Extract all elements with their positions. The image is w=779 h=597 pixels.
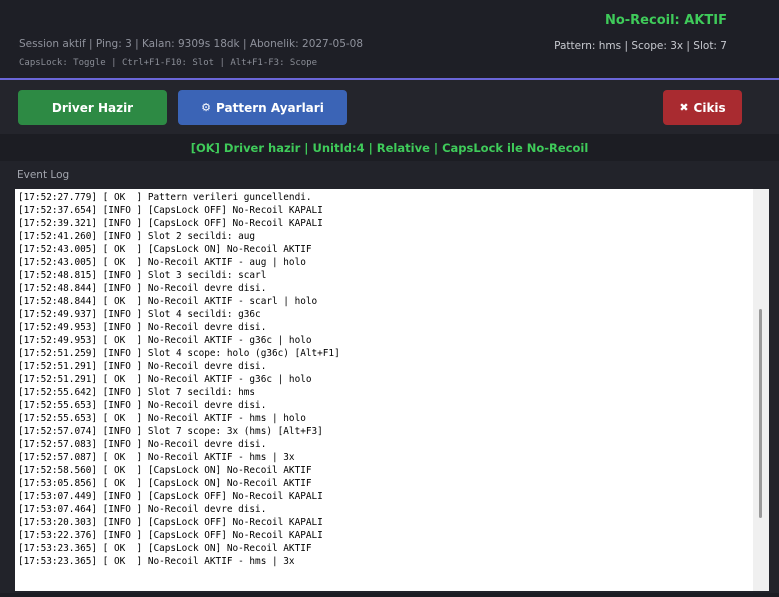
window-bottom-edge (0, 593, 779, 597)
gear-icon: ⚙ (201, 101, 212, 114)
log-entry: [17:52:49.953] [ OK ] No-Recoil AKTIF - … (18, 335, 312, 346)
driver-ready-label: Driver Hazir (51, 100, 134, 115)
log-entry: [17:53:23.365] [ OK ] No-Recoil AKTIF - … (18, 556, 295, 567)
event-log-title: Event Log (17, 169, 70, 181)
log-entry: [17:52:57.074] [INFO ] Slot 7 scope: 3x … (18, 426, 323, 437)
pattern-settings-button[interactable]: ⚙ Pattern Ayarlari (178, 90, 347, 125)
log-scrollbar[interactable] (753, 189, 769, 591)
app-window: No-Recoil: AKTIF Session aktif | Ping: 3… (0, 0, 779, 597)
log-entry: [17:52:51.291] [INFO ] No-Recoil devre d… (18, 361, 267, 372)
log-entry: [17:52:37.654] [INFO ] [CapsLock OFF] No… (18, 205, 323, 216)
log-entry: [17:52:55.653] [INFO ] No-Recoil devre d… (18, 400, 267, 411)
log-entry: [17:52:51.259] [INFO ] Slot 4 scope: hol… (18, 348, 340, 359)
log-entry: [17:52:51.291] [ OK ] No-Recoil AKTIF - … (18, 374, 312, 385)
log-entry: [17:52:43.005] [ OK ] No-Recoil AKTIF - … (18, 257, 306, 268)
log-entry: [17:52:57.083] [INFO ] No-Recoil devre d… (18, 439, 267, 450)
exit-label: Cikis (693, 100, 726, 115)
hotkey-hints: CapsLock: Toggle | Ctrl+F1-F10: Slot | A… (19, 58, 318, 68)
event-log-box[interactable]: [17:52:27.779] [ OK ] Pattern verileri g… (15, 189, 769, 591)
log-entry: [17:52:55.642] [INFO ] Slot 7 secildi: h… (18, 387, 256, 398)
header: No-Recoil: AKTIF Session aktif | Ping: 3… (0, 0, 779, 78)
event-log-lines: [17:52:27.779] [ OK ] Pattern verileri g… (18, 191, 748, 568)
log-entry: [17:53:05.856] [ OK ] [CapsLock ON] No-R… (18, 478, 312, 489)
pattern-info: Pattern: hms | Scope: 3x | Slot: 7 (554, 40, 727, 52)
log-entry: [17:52:57.087] [ OK ] No-Recoil AKTIF - … (18, 452, 295, 463)
log-entry: [17:52:48.844] [ OK ] No-Recoil AKTIF - … (18, 296, 318, 307)
driver-ready-button[interactable]: Driver Hazir (18, 90, 167, 125)
log-entry: [17:53:20.303] [INFO ] [CapsLock OFF] No… (18, 517, 323, 528)
log-entry: [17:52:58.560] [ OK ] [CapsLock ON] No-R… (18, 465, 312, 476)
log-entry: [17:52:43.005] [ OK ] [CapsLock ON] No-R… (18, 244, 312, 255)
pattern-settings-label: Pattern Ayarlari (216, 100, 324, 115)
log-entry: [17:52:55.653] [ OK ] No-Recoil AKTIF - … (18, 413, 306, 424)
log-entry: [17:52:48.844] [INFO ] No-Recoil devre d… (18, 283, 267, 294)
log-entry: [17:52:49.937] [INFO ] Slot 4 secildi: g… (18, 309, 261, 320)
log-entry: [17:52:27.779] [ OK ] Pattern verileri g… (18, 192, 312, 203)
log-entry: [17:52:49.953] [INFO ] No-Recoil devre d… (18, 322, 267, 333)
log-scrollbar-thumb[interactable] (759, 309, 762, 518)
log-entry: [17:53:07.464] [INFO ] No-Recoil devre d… (18, 504, 267, 515)
recoil-status-title: No-Recoil: AKTIF (604, 13, 727, 28)
log-entry: [17:53:22.376] [INFO ] [CapsLock OFF] No… (18, 530, 323, 541)
log-entry: [17:52:39.321] [INFO ] [CapsLock OFF] No… (18, 218, 323, 229)
log-entry: [17:53:23.365] [ OK ] [CapsLock ON] No-R… (18, 543, 312, 554)
event-log-section: Event Log [17:52:27.779] [ OK ] Pattern … (0, 161, 779, 597)
log-entry: [17:52:41.260] [INFO ] Slot 2 secildi: a… (18, 231, 256, 242)
status-bar: [OK] Driver hazir | UnitId:4 | Relative … (0, 134, 779, 161)
exit-button[interactable]: ✖ Cikis (663, 90, 742, 125)
session-info: Session aktif | Ping: 3 | Kalan: 9309s 1… (19, 38, 364, 50)
toolbar: Driver Hazir ⚙ Pattern Ayarlari ✖ Cikis (0, 80, 779, 134)
status-message: [OK] Driver hazir | UnitId:4 | Relative … (190, 140, 589, 155)
log-entry: [17:53:07.449] [INFO ] [CapsLock OFF] No… (18, 491, 323, 502)
log-entry: [17:52:48.815] [INFO ] Slot 3 secildi: s… (18, 270, 267, 281)
close-icon: ✖ (679, 101, 689, 114)
